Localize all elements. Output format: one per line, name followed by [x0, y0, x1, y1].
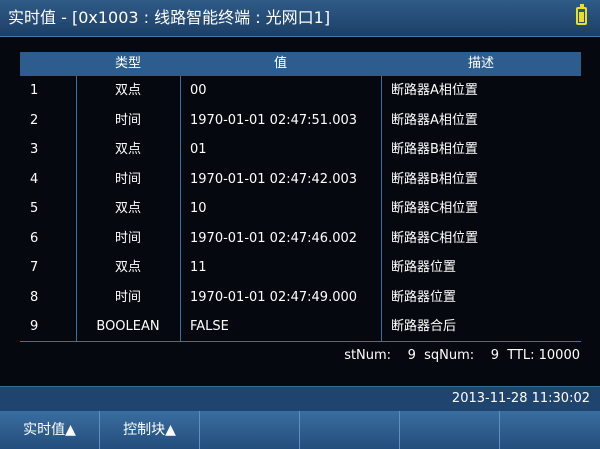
row-value: 00 [190, 83, 207, 98]
realtime-values-table: 类型 值 描述 1 双点 00 断路器A相位置 2 时间 1970-01-01 … [20, 52, 581, 342]
battery-icon [576, 4, 587, 25]
row-value: 10 [190, 201, 207, 216]
column-header-type: 类型 [114, 56, 141, 71]
row-value: 1970-01-01 02:47:42.003 [190, 171, 358, 187]
row-description: 断路器C相位置 [391, 230, 479, 246]
row-index: 9 [30, 319, 39, 334]
table-body: 1 双点 00 断路器A相位置 2 时间 1970-01-01 02:47:51… [20, 76, 581, 342]
row-description: 断路器合后 [391, 319, 457, 334]
row-description: 断路器位置 [391, 260, 457, 275]
title-bar: 实时值 - [0x1003 : 线路智能终端 : 光网口1] [0, 0, 600, 37]
table-row[interactable]: 3 双点 01 断路器B相位置 [20, 135, 581, 165]
row-value: FALSE [190, 319, 229, 334]
row-type: 双点 [114, 83, 141, 98]
softkey-5[interactable] [400, 411, 500, 449]
row-index: 2 [30, 112, 39, 128]
table-row[interactable]: 6 时间 1970-01-01 02:47:46.002 断路器C相位置 [20, 224, 581, 254]
row-type: 时间 [114, 112, 141, 128]
row-index: 3 [30, 142, 39, 157]
column-header-description: 描述 [467, 56, 494, 71]
column-header-value: 值 [273, 56, 287, 71]
row-value: 1970-01-01 02:47:51.003 [190, 112, 358, 128]
row-description: 断路器A相位置 [391, 112, 478, 128]
softkey-6[interactable] [500, 411, 600, 449]
row-type: 时间 [114, 289, 141, 305]
table-row[interactable]: 9 BOOLEAN FALSE 断路器合后 [20, 312, 581, 342]
softkey-realtime[interactable]: 实时值▲ [0, 411, 100, 449]
softkey-control-block[interactable]: 控制块▲ [100, 411, 200, 449]
window-title: 实时值 - [0x1003 : 线路智能终端 : 光网口1] [8, 8, 331, 27]
column-divider [76, 76, 77, 342]
column-header-index [20, 52, 76, 76]
column-divider [180, 76, 181, 342]
row-index: 7 [30, 260, 39, 275]
row-description: 断路器位置 [391, 289, 457, 305]
row-description: 断路器C相位置 [391, 201, 479, 216]
table-row[interactable]: 8 时间 1970-01-01 02:47:49.000 断路器位置 [20, 283, 581, 313]
row-index: 1 [30, 83, 39, 98]
row-description: 断路器B相位置 [391, 171, 478, 187]
status-line: stNum: 9 sqNum: 9 TTL: 10000 [344, 348, 580, 363]
row-index: 6 [30, 230, 39, 246]
row-value: 1970-01-01 02:47:49.000 [190, 289, 358, 305]
softkey-bar: 实时值▲ 控制块▲ [0, 411, 600, 449]
row-type: BOOLEAN [96, 319, 160, 334]
row-index: 8 [30, 289, 39, 305]
row-index: 4 [30, 171, 39, 187]
date-bar: 2013-11-28 11:30:02 [0, 386, 600, 411]
row-description: 断路器A相位置 [391, 83, 478, 98]
row-value: 1970-01-01 02:47:46.002 [190, 230, 358, 246]
table-row[interactable]: 2 时间 1970-01-01 02:47:51.003 断路器A相位置 [20, 106, 581, 136]
row-description: 断路器B相位置 [391, 142, 478, 157]
table-header: 类型 值 描述 [20, 52, 581, 76]
softkey-3[interactable] [200, 411, 300, 449]
row-type: 时间 [114, 230, 141, 246]
row-type: 双点 [114, 201, 141, 216]
row-value: 11 [190, 260, 207, 275]
table-row[interactable]: 1 双点 00 断路器A相位置 [20, 76, 581, 106]
table-row[interactable]: 5 双点 10 断路器C相位置 [20, 194, 581, 224]
datetime-readout: 2013-11-28 11:30:02 [451, 391, 590, 406]
table-row[interactable]: 4 时间 1970-01-01 02:47:42.003 断路器B相位置 [20, 165, 581, 195]
row-type: 双点 [114, 142, 141, 157]
table-row[interactable]: 7 双点 11 断路器位置 [20, 253, 581, 283]
table-bottom-border [20, 340, 581, 342]
column-divider [381, 76, 382, 342]
softkey-4[interactable] [300, 411, 400, 449]
row-value: 01 [190, 142, 207, 157]
row-type: 双点 [114, 260, 141, 275]
row-type: 时间 [114, 171, 141, 187]
row-index: 5 [30, 201, 39, 216]
